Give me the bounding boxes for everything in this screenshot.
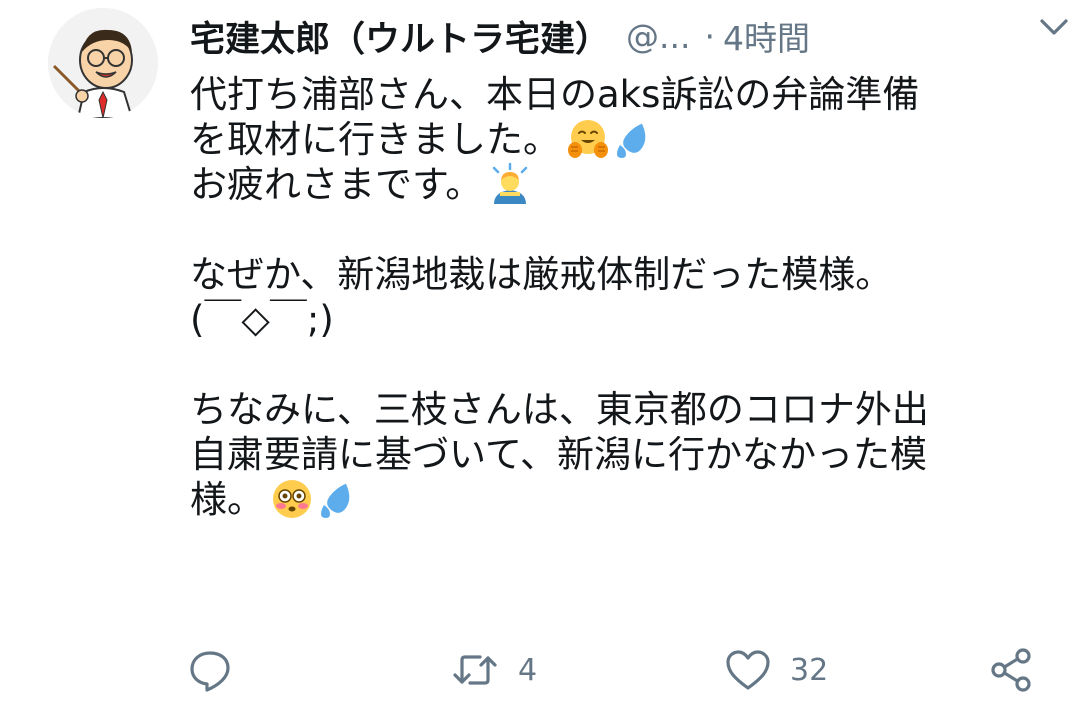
separator-dot: ·	[704, 16, 716, 56]
person-bowing-emoji	[493, 162, 528, 204]
reply-icon	[190, 651, 230, 692]
tweet-text-line-10: 様。	[190, 477, 1050, 522]
tweet-timestamp[interactable]: 4時間	[723, 12, 810, 60]
sweat-droplets-emoji	[321, 483, 350, 518]
tweet-header: 宅建太郎（ウルトラ宅建） @... · 4時間	[190, 10, 1050, 62]
tweet-text-line-3: お疲れさまです。	[190, 162, 1050, 207]
retweet-button[interactable]: 4	[450, 640, 537, 700]
tweet-text-line-1: 代打ち浦部さん、本日のaks訴訟の弁論準備	[190, 73, 920, 116]
retweet-icon	[453, 655, 497, 685]
sweat-droplets-emoji	[617, 123, 646, 158]
tweet-text-blank-2	[190, 342, 1050, 387]
action-bar: 4 32	[188, 640, 1048, 700]
tweet-text-line-6: (￣◇￣;)	[190, 298, 334, 341]
tweet-text-line-9: 自粛要請に基づいて、新潟に行かなかった模	[190, 433, 928, 476]
tweet-text-line-2: を取材に行きました。	[190, 117, 1050, 162]
tweet-text-blank-1	[190, 207, 1050, 252]
chevron-down-icon[interactable]	[1036, 12, 1072, 42]
like-button[interactable]: 32	[724, 640, 828, 700]
heart-icon	[726, 650, 770, 690]
user-handle[interactable]: @...	[626, 17, 690, 56]
tweet-text: 代打ち浦部さん、本日のaks訴訟の弁論準備 を取材に行きました。 お疲れさまです…	[190, 72, 1050, 522]
retweet-count: 4	[518, 652, 538, 688]
avatar[interactable]	[48, 8, 158, 118]
share-button[interactable]	[988, 640, 1034, 700]
tweet[interactable]: 宅建太郎（ウルトラ宅建） @... · 4時間 代打ち浦部さん、本日のaks訴訟…	[0, 0, 1080, 721]
avatar-illustration	[48, 8, 158, 118]
like-count: 32	[790, 652, 829, 688]
display-name[interactable]: 宅建太郎（ウルトラ宅建）	[190, 11, 610, 62]
hugging-face-emoji	[568, 119, 608, 158]
tweet-text-line-5: なぜか、新潟地裁は厳戒体制だった模様。	[190, 253, 893, 296]
flushed-face-emoji	[273, 479, 311, 518]
tweet-text-line-8: ちなみに、三枝さんは、東京都のコロナ外出	[190, 388, 929, 431]
reply-button[interactable]	[188, 640, 250, 700]
share-icon	[991, 648, 1031, 692]
